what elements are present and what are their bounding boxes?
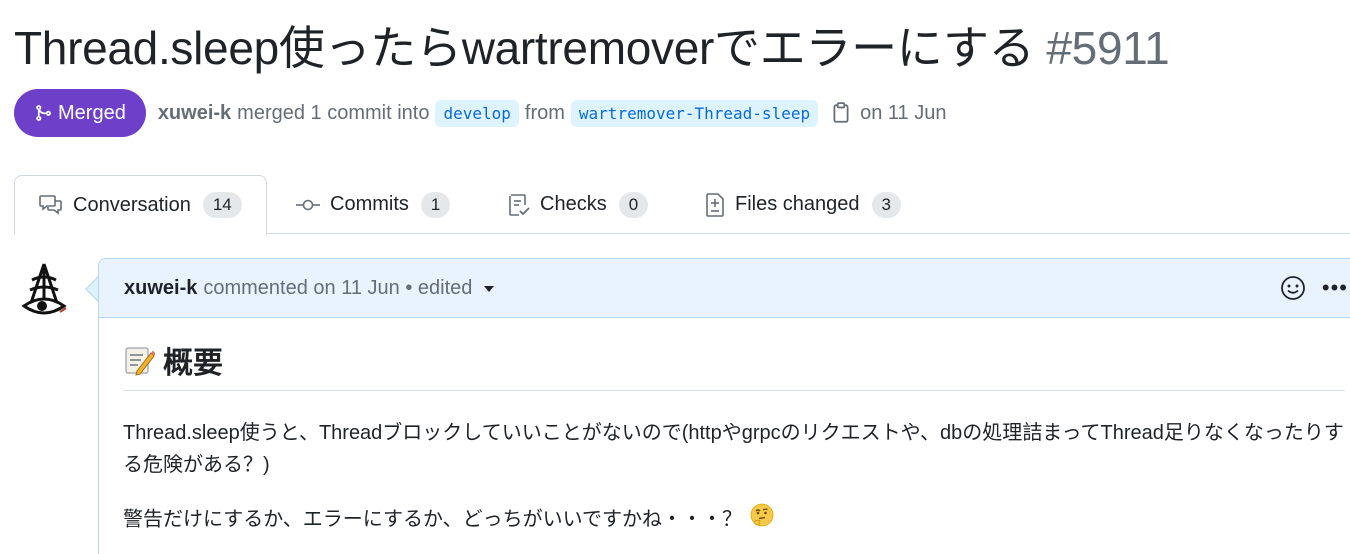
- tab-commits[interactable]: Commits 1: [272, 175, 474, 234]
- comment-body: 概要 Thread.sleep使うと、Threadブロックしていいことがないので…: [123, 339, 1345, 537]
- comment-author-link[interactable]: xuwei-k: [124, 277, 197, 300]
- chevron-down-icon[interactable]: [484, 286, 495, 292]
- tab-files-changed-count: 3: [871, 191, 901, 218]
- base-branch-link[interactable]: develop: [435, 99, 519, 127]
- comment-paragraph-2-text: 警告だけにするか、エラーにするか、どっちがいいですかね・・・？: [123, 508, 742, 531]
- git-commit-icon: [296, 199, 320, 210]
- merged-badge: Merged: [14, 89, 146, 137]
- from-text: from: [524, 101, 565, 124]
- comment-box: xuwei-k commented on 11 Jun • edited •••…: [98, 258, 1350, 554]
- comment-header: xuwei-k commented on 11 Jun • edited •••: [99, 259, 1350, 318]
- pr-meta: Merged xuwei-k merged 1 commit into deve…: [14, 89, 946, 137]
- file-diff-icon: [706, 192, 724, 217]
- merge-date: on 11 Jun: [860, 101, 947, 124]
- comment-paragraph-1: Thread.sleep使うと、Threadブロックしていいことがないので(ht…: [123, 422, 1344, 476]
- pr-title-text: Thread.sleep使ったらwartremoverでエラーにする: [14, 22, 1035, 74]
- pr-author-link[interactable]: xuwei-k: [158, 102, 231, 125]
- comment-meta[interactable]: commented on 11 Jun • edited: [203, 277, 472, 300]
- tab-conversation-count: 14: [202, 192, 242, 218]
- pr-title: Thread.sleep使ったらwartremoverでエラーにする #5911: [14, 20, 1170, 76]
- merged-badge-label: Merged: [58, 101, 126, 124]
- tab-commits-label: Commits: [330, 193, 409, 215]
- tab-files-changed[interactable]: Files changed 3: [681, 175, 925, 234]
- thinking-face-icon: [750, 503, 774, 537]
- copy-icon[interactable]: [832, 102, 850, 124]
- pr-number: #5911: [1046, 22, 1170, 74]
- tab-conversation-label: Conversation: [73, 193, 191, 216]
- kebab-menu-icon[interactable]: •••: [1322, 274, 1348, 302]
- memo-icon: [123, 344, 155, 376]
- checklist-icon: [509, 193, 530, 216]
- head-branch-link[interactable]: wartremover-Thread-sleep: [570, 99, 819, 127]
- tab-files-changed-label: Files changed: [735, 193, 860, 215]
- merged-text: merged 1 commit into: [237, 101, 430, 124]
- git-merge-icon: [36, 105, 51, 121]
- comment-discussion-icon: [39, 195, 62, 215]
- tab-conversation[interactable]: Conversation 14: [14, 175, 267, 235]
- comment-heading-text: 概要: [163, 346, 223, 380]
- tab-checks-count: 0: [618, 191, 649, 218]
- tab-commits-count: 1: [420, 191, 451, 218]
- smiley-icon[interactable]: [1280, 275, 1306, 301]
- comment-heading: 概要: [123, 339, 1345, 391]
- tab-checks-label: Checks: [540, 193, 607, 215]
- comment-paragraph-2: 警告だけにするか、エラーにするか、どっちがいいですかね・・・？: [123, 503, 1345, 537]
- avatar[interactable]: [20, 262, 68, 318]
- tab-checks[interactable]: Checks 0: [484, 175, 672, 234]
- pr-tabs: Conversation 14 Commits 1 Checks 0 Files…: [14, 175, 1350, 235]
